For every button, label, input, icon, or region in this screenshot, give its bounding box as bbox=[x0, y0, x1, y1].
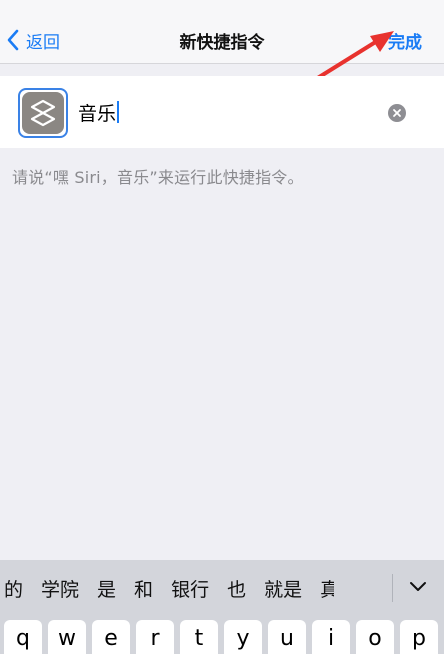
candidate-item[interactable]: 的 bbox=[4, 575, 23, 602]
candidate-divider bbox=[392, 574, 393, 602]
candidate-item[interactable]: 学院 bbox=[41, 575, 79, 602]
key-e[interactable]: e bbox=[92, 620, 130, 654]
shortcut-name-row: 音乐 bbox=[0, 76, 444, 148]
shortcut-icon-button[interactable] bbox=[18, 88, 68, 138]
clear-button[interactable] bbox=[388, 104, 406, 122]
candidate-item[interactable]: 真 bbox=[320, 575, 334, 602]
key-p[interactable]: p bbox=[400, 620, 438, 654]
shortcut-icon-tile bbox=[22, 92, 64, 134]
candidate-item[interactable]: 也 bbox=[227, 575, 246, 602]
key-i[interactable]: i bbox=[312, 620, 350, 654]
candidate-item[interactable]: 和 bbox=[134, 575, 153, 602]
keyboard: q w e r t y u i o p bbox=[0, 616, 444, 654]
key-u[interactable]: u bbox=[268, 620, 306, 654]
key-y[interactable]: y bbox=[224, 620, 262, 654]
shortcuts-icon bbox=[30, 99, 56, 127]
candidate-item[interactable]: 就是 bbox=[264, 575, 302, 602]
candidate-item[interactable]: 是 bbox=[97, 575, 116, 602]
key-w[interactable]: w bbox=[48, 620, 86, 654]
key-o[interactable]: o bbox=[356, 620, 394, 654]
candidate-bar: 的 学院 是 和 银行 也 就是 真 bbox=[0, 560, 444, 616]
key-t[interactable]: t bbox=[180, 620, 218, 654]
shortcut-name-value: 音乐 bbox=[78, 102, 117, 125]
key-r[interactable]: r bbox=[136, 620, 174, 654]
candidate-expand-button[interactable] bbox=[406, 574, 430, 598]
candidate-item[interactable]: 银行 bbox=[171, 575, 209, 602]
key-q[interactable]: q bbox=[4, 620, 42, 654]
shortcut-name-input[interactable]: 音乐 bbox=[78, 98, 378, 126]
clear-icon bbox=[393, 109, 401, 117]
siri-hint-text: 请说“嘿 Siri，音乐”来运行此快捷指令。 bbox=[12, 168, 304, 187]
text-caret bbox=[117, 101, 120, 123]
chevron-down-icon bbox=[410, 582, 426, 591]
